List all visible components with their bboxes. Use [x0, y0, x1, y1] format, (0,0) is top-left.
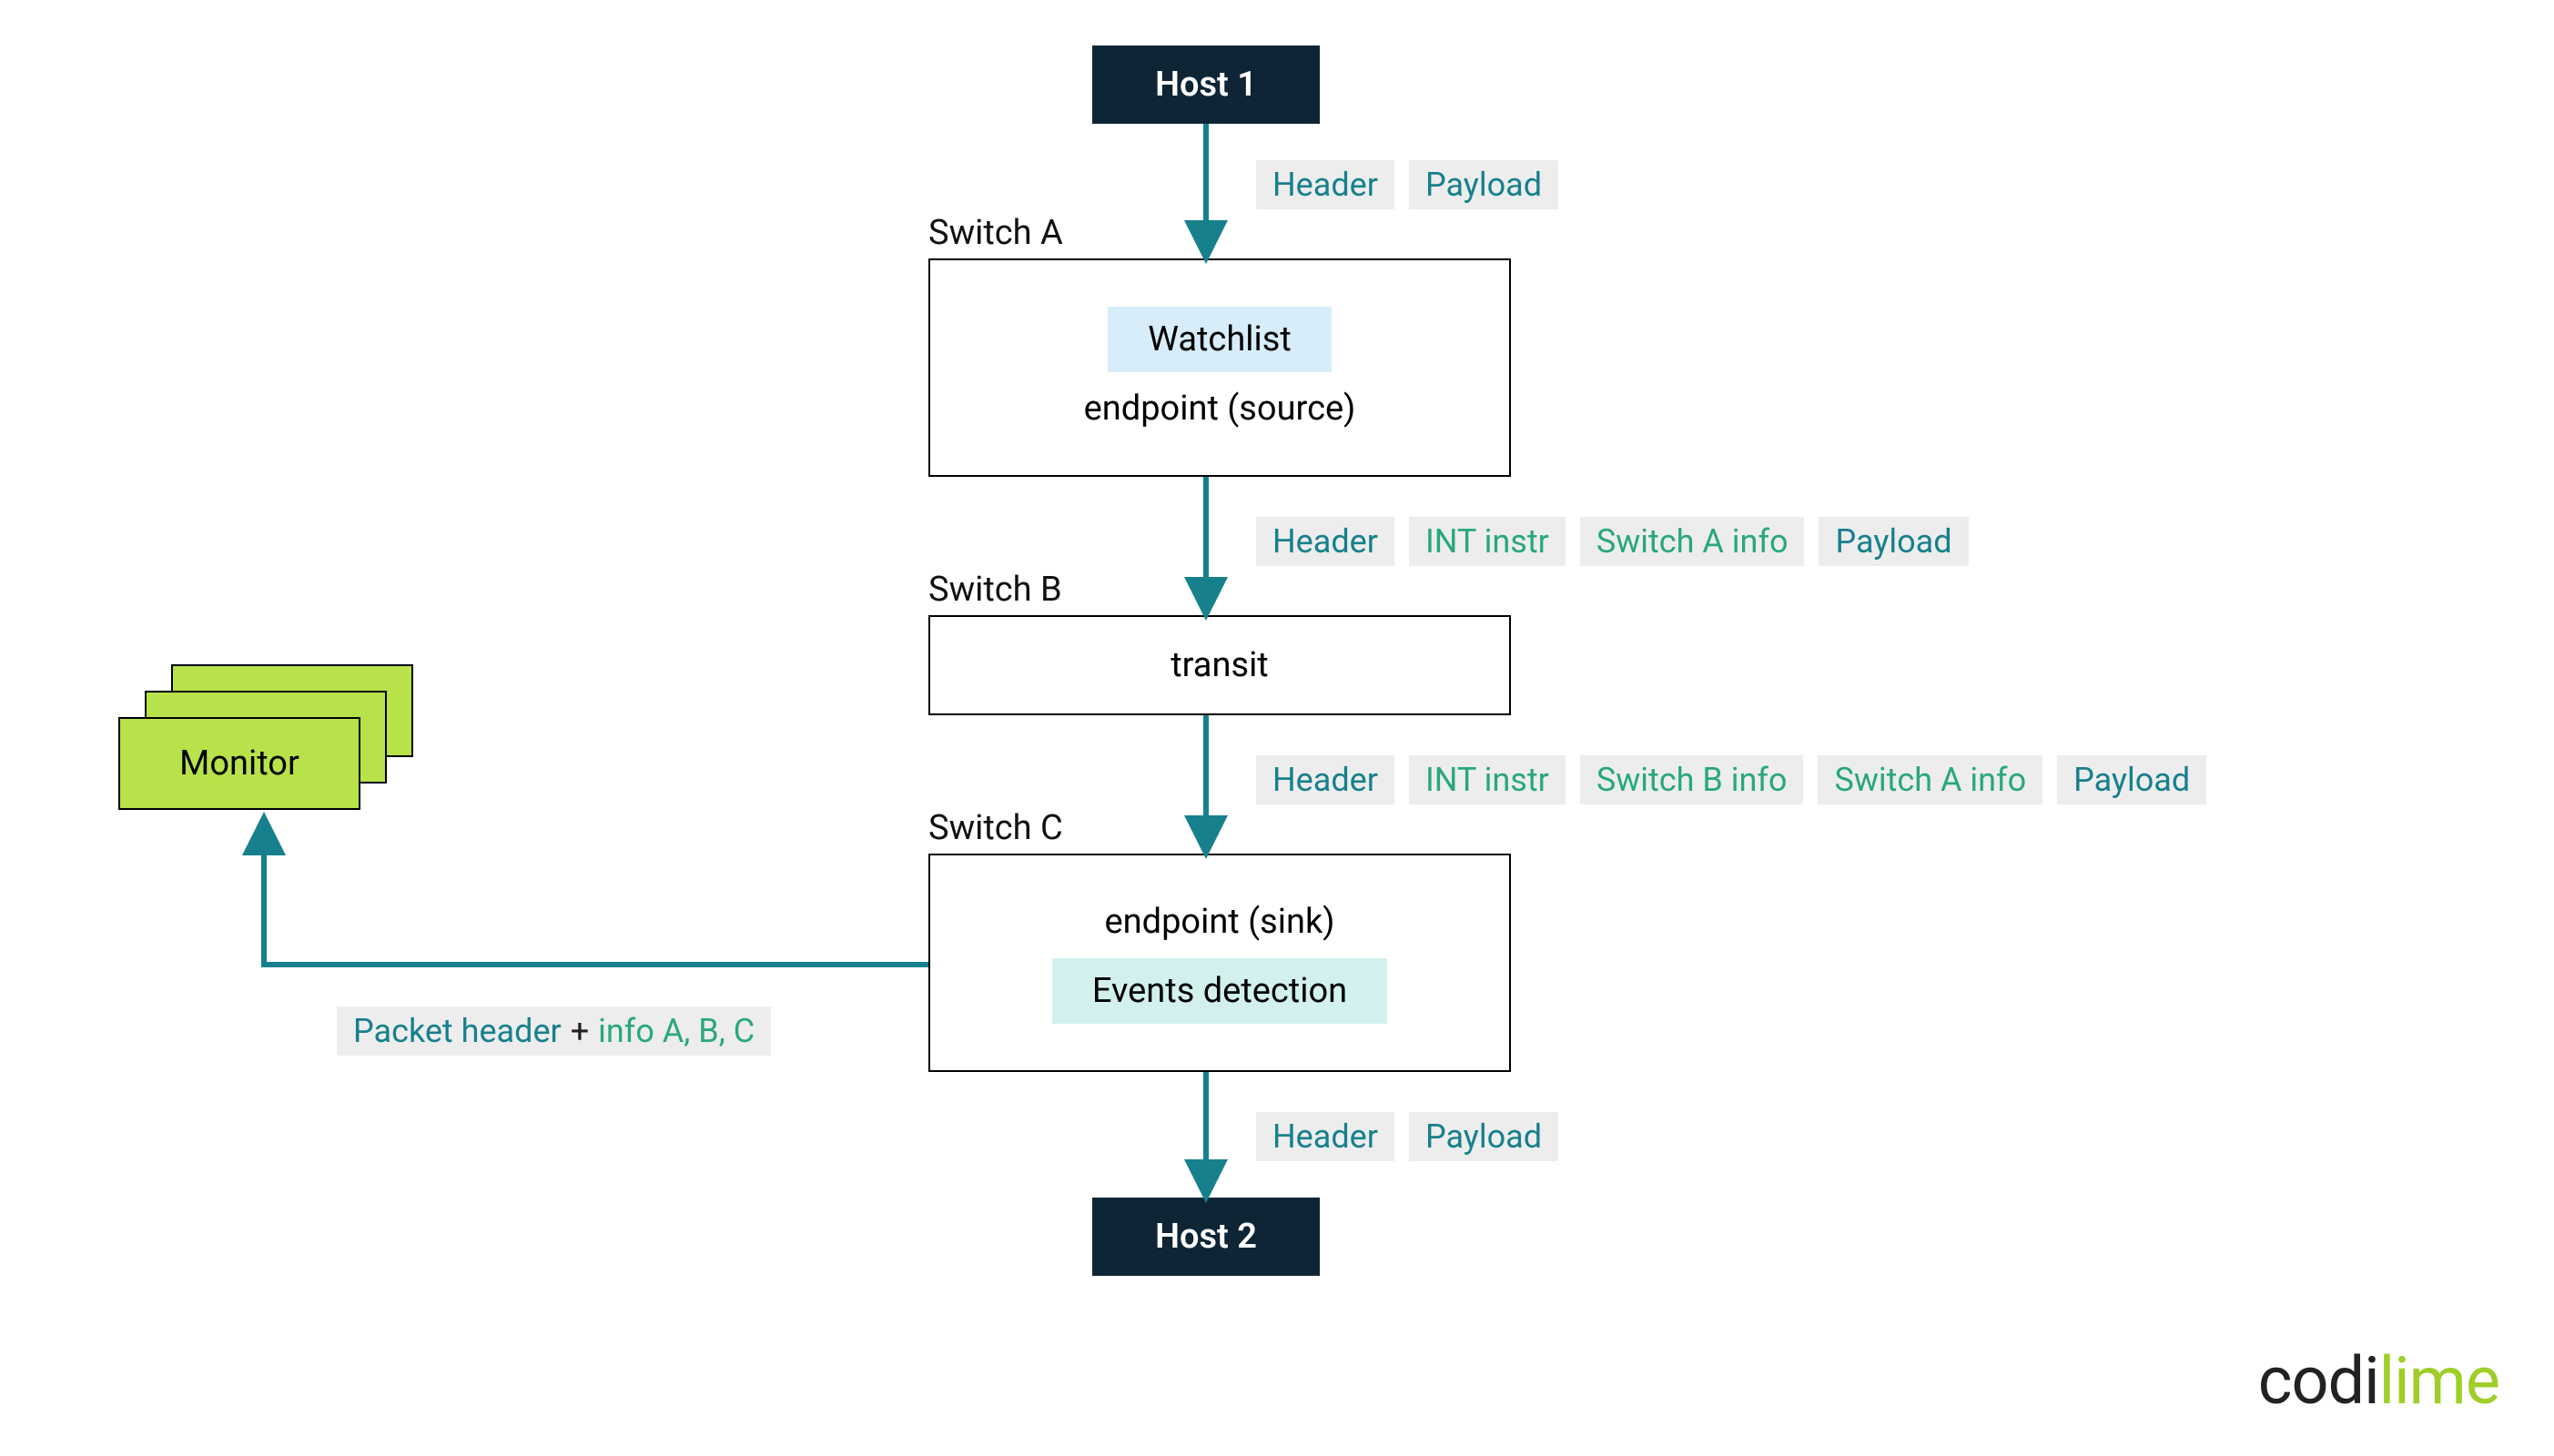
switch-a-endpoint: endpoint (source)	[1084, 389, 1356, 429]
packet-row-1: Header Payload	[1256, 160, 1558, 209]
switch-c-box: endpoint (sink) Events detection	[928, 854, 1511, 1072]
tag-switch-a-info: Switch A info	[1818, 755, 2042, 804]
monitor-packet-tag: Packet header + info A, B, C	[337, 1006, 771, 1056]
switch-c-label: Switch C	[928, 808, 1063, 848]
tag-payload: Payload	[1409, 1112, 1558, 1161]
logo-codi: codi	[2258, 1342, 2379, 1420]
host1-label: Host 1	[1155, 65, 1257, 105]
tag-header: Header	[1256, 517, 1394, 566]
switch-a-label: Switch A	[928, 213, 1063, 253]
tag-payload: Payload	[1819, 517, 1968, 566]
packet-row-3: Header INT instr Switch B info Switch A …	[1256, 755, 2206, 804]
tag-switch-b-info: Switch B info	[1580, 755, 1804, 804]
switch-a-box: Watchlist endpoint (source)	[928, 258, 1511, 477]
switch-b-box: transit	[928, 615, 1511, 715]
switch-c-endpoint: endpoint (sink)	[1105, 902, 1335, 942]
host2-box: Host 2	[1092, 1198, 1320, 1276]
monitor-card-front: Monitor	[118, 717, 360, 810]
host1-box: Host 1	[1092, 46, 1320, 124]
tag-header: Header	[1256, 1112, 1394, 1161]
tag-header: Header	[1256, 160, 1394, 209]
packet-header-text: Packet header	[353, 1012, 562, 1050]
host2-label: Host 2	[1155, 1217, 1257, 1257]
plus-text: +	[571, 1012, 589, 1050]
events-pill: Events detection	[1052, 958, 1387, 1024]
codilime-logo: codilime	[2258, 1342, 2499, 1420]
tag-payload: Payload	[2057, 755, 2206, 804]
info-abc-text: info A, B, C	[598, 1012, 755, 1050]
watchlist-pill: Watchlist	[1108, 307, 1332, 372]
logo-lime: lime	[2379, 1342, 2499, 1420]
tag-header: Header	[1256, 755, 1394, 804]
monitor-label: Monitor	[179, 743, 299, 784]
switch-b-text: transit	[1171, 645, 1269, 685]
switch-b-label: Switch B	[928, 570, 1062, 610]
tag-payload: Payload	[1409, 160, 1558, 209]
monitor-stack: Monitor	[118, 664, 391, 792]
packet-row-4: Header Payload	[1256, 1112, 1558, 1161]
tag-int-instr: INT instr	[1409, 517, 1566, 566]
packet-row-2: Header INT instr Switch A info Payload	[1256, 517, 1969, 566]
tag-int-instr: INT instr	[1409, 755, 1566, 804]
tag-switch-a-info: Switch A info	[1580, 517, 1805, 566]
